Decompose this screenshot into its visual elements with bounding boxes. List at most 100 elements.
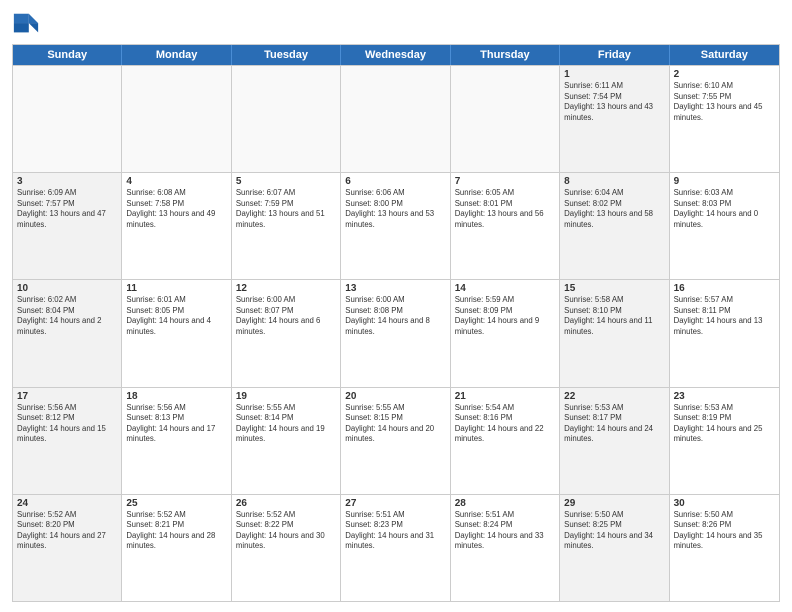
day-info: Sunrise: 6:07 AMSunset: 7:59 PMDaylight:… — [236, 188, 336, 230]
day-cell-20: 20Sunrise: 5:55 AMSunset: 8:15 PMDayligh… — [341, 388, 450, 494]
day-cell-27: 27Sunrise: 5:51 AMSunset: 8:23 PMDayligh… — [341, 495, 450, 601]
week-row-2: 3Sunrise: 6:09 AMSunset: 7:57 PMDaylight… — [13, 172, 779, 279]
day-number: 7 — [455, 176, 555, 187]
day-cell-9: 9Sunrise: 6:03 AMSunset: 8:03 PMDaylight… — [670, 173, 779, 279]
day-number: 2 — [674, 69, 775, 80]
calendar-header: SundayMondayTuesdayWednesdayThursdayFrid… — [13, 45, 779, 65]
day-info: Sunrise: 5:54 AMSunset: 8:16 PMDaylight:… — [455, 403, 555, 445]
day-number: 3 — [17, 176, 117, 187]
day-number: 16 — [674, 283, 775, 294]
day-number: 21 — [455, 391, 555, 402]
calendar-body: 1Sunrise: 6:11 AMSunset: 7:54 PMDaylight… — [13, 65, 779, 601]
empty-cell — [451, 66, 560, 172]
day-number: 22 — [564, 391, 664, 402]
day-info: Sunrise: 5:50 AMSunset: 8:26 PMDaylight:… — [674, 510, 775, 552]
day-info: Sunrise: 5:50 AMSunset: 8:25 PMDaylight:… — [564, 510, 664, 552]
day-number: 10 — [17, 283, 117, 294]
day-cell-11: 11Sunrise: 6:01 AMSunset: 8:05 PMDayligh… — [122, 280, 231, 386]
day-info: Sunrise: 5:55 AMSunset: 8:14 PMDaylight:… — [236, 403, 336, 445]
day-cell-5: 5Sunrise: 6:07 AMSunset: 7:59 PMDaylight… — [232, 173, 341, 279]
header-day-saturday: Saturday — [670, 45, 779, 65]
day-number: 18 — [126, 391, 226, 402]
day-info: Sunrise: 6:00 AMSunset: 8:08 PMDaylight:… — [345, 295, 445, 337]
day-cell-13: 13Sunrise: 6:00 AMSunset: 8:08 PMDayligh… — [341, 280, 450, 386]
day-cell-1: 1Sunrise: 6:11 AMSunset: 7:54 PMDaylight… — [560, 66, 669, 172]
day-number: 5 — [236, 176, 336, 187]
week-row-4: 17Sunrise: 5:56 AMSunset: 8:12 PMDayligh… — [13, 387, 779, 494]
day-info: Sunrise: 6:04 AMSunset: 8:02 PMDaylight:… — [564, 188, 664, 230]
day-number: 26 — [236, 498, 336, 509]
header-day-tuesday: Tuesday — [232, 45, 341, 65]
day-number: 17 — [17, 391, 117, 402]
day-cell-6: 6Sunrise: 6:06 AMSunset: 8:00 PMDaylight… — [341, 173, 450, 279]
day-info: Sunrise: 5:51 AMSunset: 8:23 PMDaylight:… — [345, 510, 445, 552]
empty-cell — [232, 66, 341, 172]
empty-cell — [122, 66, 231, 172]
day-cell-25: 25Sunrise: 5:52 AMSunset: 8:21 PMDayligh… — [122, 495, 231, 601]
day-cell-18: 18Sunrise: 5:56 AMSunset: 8:13 PMDayligh… — [122, 388, 231, 494]
day-cell-23: 23Sunrise: 5:53 AMSunset: 8:19 PMDayligh… — [670, 388, 779, 494]
day-cell-10: 10Sunrise: 6:02 AMSunset: 8:04 PMDayligh… — [13, 280, 122, 386]
day-info: Sunrise: 6:02 AMSunset: 8:04 PMDaylight:… — [17, 295, 117, 337]
day-info: Sunrise: 6:10 AMSunset: 7:55 PMDaylight:… — [674, 81, 775, 123]
day-info: Sunrise: 6:00 AMSunset: 8:07 PMDaylight:… — [236, 295, 336, 337]
day-cell-17: 17Sunrise: 5:56 AMSunset: 8:12 PMDayligh… — [13, 388, 122, 494]
day-info: Sunrise: 6:05 AMSunset: 8:01 PMDaylight:… — [455, 188, 555, 230]
day-number: 14 — [455, 283, 555, 294]
day-info: Sunrise: 5:51 AMSunset: 8:24 PMDaylight:… — [455, 510, 555, 552]
day-number: 30 — [674, 498, 775, 509]
day-cell-24: 24Sunrise: 5:52 AMSunset: 8:20 PMDayligh… — [13, 495, 122, 601]
header-day-wednesday: Wednesday — [341, 45, 450, 65]
day-number: 15 — [564, 283, 664, 294]
logo — [12, 10, 44, 38]
day-number: 8 — [564, 176, 664, 187]
day-info: Sunrise: 5:52 AMSunset: 8:22 PMDaylight:… — [236, 510, 336, 552]
day-cell-2: 2Sunrise: 6:10 AMSunset: 7:55 PMDaylight… — [670, 66, 779, 172]
calendar: SundayMondayTuesdayWednesdayThursdayFrid… — [12, 44, 780, 602]
page: SundayMondayTuesdayWednesdayThursdayFrid… — [0, 0, 792, 612]
week-row-3: 10Sunrise: 6:02 AMSunset: 8:04 PMDayligh… — [13, 279, 779, 386]
day-info: Sunrise: 5:57 AMSunset: 8:11 PMDaylight:… — [674, 295, 775, 337]
day-number: 20 — [345, 391, 445, 402]
day-info: Sunrise: 5:56 AMSunset: 8:13 PMDaylight:… — [126, 403, 226, 445]
header — [12, 10, 780, 38]
day-cell-28: 28Sunrise: 5:51 AMSunset: 8:24 PMDayligh… — [451, 495, 560, 601]
day-info: Sunrise: 5:58 AMSunset: 8:10 PMDaylight:… — [564, 295, 664, 337]
day-cell-4: 4Sunrise: 6:08 AMSunset: 7:58 PMDaylight… — [122, 173, 231, 279]
day-cell-14: 14Sunrise: 5:59 AMSunset: 8:09 PMDayligh… — [451, 280, 560, 386]
day-cell-7: 7Sunrise: 6:05 AMSunset: 8:01 PMDaylight… — [451, 173, 560, 279]
day-cell-21: 21Sunrise: 5:54 AMSunset: 8:16 PMDayligh… — [451, 388, 560, 494]
day-number: 9 — [674, 176, 775, 187]
day-cell-3: 3Sunrise: 6:09 AMSunset: 7:57 PMDaylight… — [13, 173, 122, 279]
logo-icon — [12, 10, 40, 38]
day-number: 25 — [126, 498, 226, 509]
day-info: Sunrise: 6:06 AMSunset: 8:00 PMDaylight:… — [345, 188, 445, 230]
day-number: 6 — [345, 176, 445, 187]
day-number: 13 — [345, 283, 445, 294]
day-number: 28 — [455, 498, 555, 509]
day-cell-15: 15Sunrise: 5:58 AMSunset: 8:10 PMDayligh… — [560, 280, 669, 386]
day-info: Sunrise: 6:01 AMSunset: 8:05 PMDaylight:… — [126, 295, 226, 337]
day-info: Sunrise: 5:55 AMSunset: 8:15 PMDaylight:… — [345, 403, 445, 445]
day-info: Sunrise: 5:56 AMSunset: 8:12 PMDaylight:… — [17, 403, 117, 445]
day-cell-8: 8Sunrise: 6:04 AMSunset: 8:02 PMDaylight… — [560, 173, 669, 279]
day-number: 12 — [236, 283, 336, 294]
day-info: Sunrise: 6:03 AMSunset: 8:03 PMDaylight:… — [674, 188, 775, 230]
day-number: 27 — [345, 498, 445, 509]
header-day-monday: Monday — [122, 45, 231, 65]
day-cell-29: 29Sunrise: 5:50 AMSunset: 8:25 PMDayligh… — [560, 495, 669, 601]
header-day-sunday: Sunday — [13, 45, 122, 65]
day-info: Sunrise: 6:08 AMSunset: 7:58 PMDaylight:… — [126, 188, 226, 230]
day-info: Sunrise: 5:53 AMSunset: 8:17 PMDaylight:… — [564, 403, 664, 445]
header-day-thursday: Thursday — [451, 45, 560, 65]
day-info: Sunrise: 5:59 AMSunset: 8:09 PMDaylight:… — [455, 295, 555, 337]
day-info: Sunrise: 6:09 AMSunset: 7:57 PMDaylight:… — [17, 188, 117, 230]
week-row-5: 24Sunrise: 5:52 AMSunset: 8:20 PMDayligh… — [13, 494, 779, 601]
day-cell-19: 19Sunrise: 5:55 AMSunset: 8:14 PMDayligh… — [232, 388, 341, 494]
day-number: 29 — [564, 498, 664, 509]
day-info: Sunrise: 5:52 AMSunset: 8:20 PMDaylight:… — [17, 510, 117, 552]
day-cell-16: 16Sunrise: 5:57 AMSunset: 8:11 PMDayligh… — [670, 280, 779, 386]
header-day-friday: Friday — [560, 45, 669, 65]
week-row-1: 1Sunrise: 6:11 AMSunset: 7:54 PMDaylight… — [13, 65, 779, 172]
day-number: 4 — [126, 176, 226, 187]
